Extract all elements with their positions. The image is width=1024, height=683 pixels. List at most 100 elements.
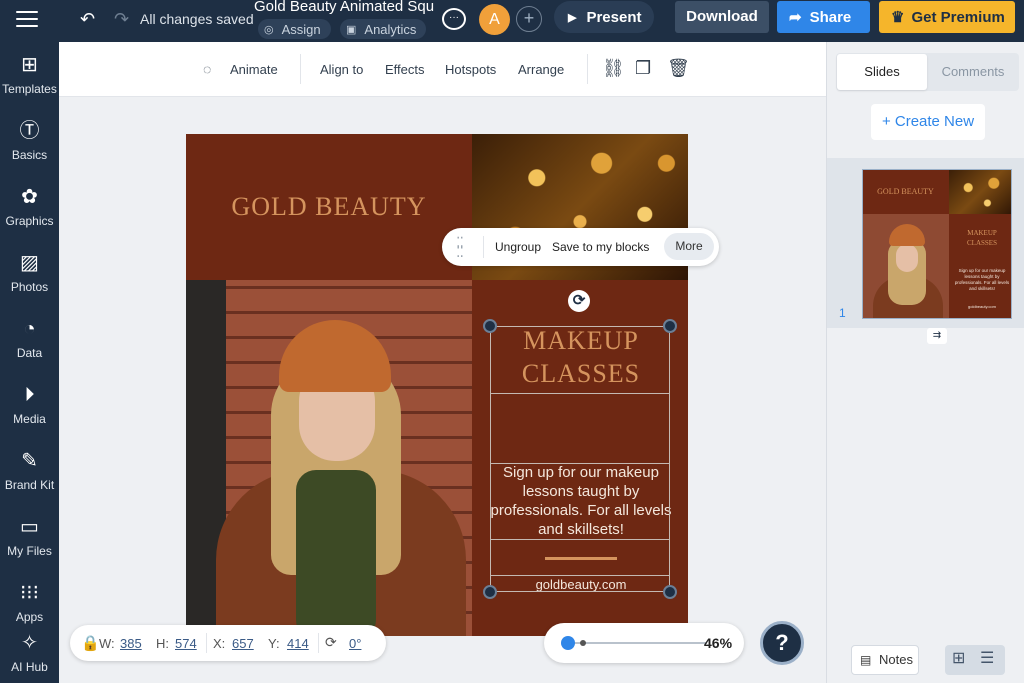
selection-guide <box>490 575 670 576</box>
save-status: All changes saved <box>140 11 254 27</box>
animate-button[interactable]: Animate <box>230 62 278 77</box>
document-title[interactable]: Gold Beauty Animated Squ... <box>254 0 434 15</box>
sidebar-item-brand-kit[interactable]: ✎ Brand Kit <box>0 448 59 492</box>
toolbar: ◌ Animate Align to Effects Hotspots Arra… <box>59 42 826 97</box>
tab-comments[interactable]: Comments <box>928 54 1018 90</box>
slide-thumbnail[interactable]: GOLD BEAUTY MAKEUP CLASSES Sign up for o… <box>862 169 1012 319</box>
model-photo[interactable] <box>186 280 472 636</box>
selection-box <box>490 326 670 592</box>
user-circle-icon: ◎ <box>264 23 274 36</box>
crown-icon: ♛ <box>891 9 905 26</box>
resize-handle[interactable] <box>663 319 677 333</box>
brand-kit-icon: ✎ <box>21 450 38 472</box>
hotspots-button[interactable]: Hotspots <box>445 62 496 77</box>
save-to-blocks-button[interactable]: Save to my blocks <box>552 240 649 254</box>
sidebar-item-templates[interactable]: ⊞ Templates <box>0 52 59 96</box>
add-collaborator-icon[interactable]: + <box>516 6 542 32</box>
width-field[interactable]: 385 <box>120 636 142 651</box>
sidebar-item-my-files[interactable]: ▭ My Files <box>0 514 59 558</box>
sidebar-item-graphics[interactable]: ✿ Graphics <box>0 184 59 228</box>
templates-icon: ⊞ <box>21 54 38 76</box>
right-panel: Slides Comments + Create New 1 GOLD BEAU… <box>826 42 1024 683</box>
notes-icon: ▤ <box>860 653 872 667</box>
present-button[interactable]: ▶ Present <box>554 1 654 33</box>
sidebar-item-label: Data <box>16 346 43 360</box>
share-button[interactable]: ➦ Share <box>777 1 870 33</box>
sidebar-item-label: Brand Kit <box>4 478 55 492</box>
link-icon[interactable]: ⛓ <box>602 58 625 79</box>
canvas-area: GOLD BEAUTY MAKEUP CLASSES Sign up for o… <box>59 97 826 683</box>
y-field[interactable]: 414 <box>287 636 309 651</box>
list-view-icon[interactable]: ☰ <box>980 648 994 668</box>
sidebar-item-label: Templates <box>2 82 57 96</box>
notes-label: Notes <box>879 652 913 667</box>
present-label: Present <box>586 8 642 26</box>
selection-guide <box>490 463 670 464</box>
notes-button[interactable]: ▤ Notes <box>851 645 919 675</box>
resize-handle[interactable] <box>483 585 497 599</box>
ungroup-button[interactable]: Ungroup <box>495 240 541 254</box>
assign-label: Assign <box>281 21 321 37</box>
grid-view-icon[interactable]: ⊞ <box>952 648 965 668</box>
tab-slides[interactable]: Slides <box>837 54 927 90</box>
ai-hub-icon: ✧ <box>21 632 38 654</box>
analytics-icon: ▣ <box>346 23 357 36</box>
view-toggle: ⊞ ☰ <box>945 645 1005 675</box>
drag-handle-icon[interactable]: ⁚⁚ ⁚⁚ <box>456 235 466 259</box>
avatar[interactable]: A <box>479 4 510 35</box>
duplicate-icon[interactable]: ❐ <box>635 58 651 79</box>
assign-button[interactable]: ◎ Assign <box>258 19 331 39</box>
resize-handle[interactable] <box>483 319 497 333</box>
sidebar-item-apps[interactable]: ⁝⁝⁝ Apps <box>0 580 59 624</box>
sidebar-item-ai-hub[interactable]: ✧ AI Hub <box>0 630 59 683</box>
sidebar-item-label: Basics <box>11 148 48 162</box>
panel-tabs: Slides Comments <box>836 53 1019 91</box>
comment-icon[interactable]: ··· <box>442 8 466 30</box>
x-field[interactable]: 657 <box>232 636 254 651</box>
undo-icon[interactable]: ↶ <box>80 9 95 30</box>
my-files-icon: ▭ <box>20 516 39 538</box>
sidebar-item-media[interactable]: ⏵ Media <box>0 382 59 426</box>
selection-guide <box>490 539 670 540</box>
download-button[interactable]: Download <box>675 1 769 33</box>
thumb-website: goldbeauty.com <box>968 304 996 309</box>
thumb-body: Sign up for our makeup lessons taught by… <box>954 268 1010 291</box>
effects-button[interactable]: Effects <box>385 62 425 77</box>
rotation-icon: ⟳ <box>325 634 337 650</box>
slide-transition-icon[interactable]: ⇉ <box>927 328 947 344</box>
rotation-field[interactable]: 0° <box>349 636 361 651</box>
height-field[interactable]: 574 <box>175 636 197 651</box>
basics-icon: Ⓣ <box>19 120 40 142</box>
zoom-slider-track[interactable] <box>567 642 707 644</box>
get-premium-button[interactable]: ♛ Get Premium <box>879 1 1015 33</box>
resize-handle[interactable] <box>663 585 677 599</box>
redo-icon[interactable]: ↷ <box>114 9 129 30</box>
hamburger-menu-icon[interactable] <box>16 11 38 29</box>
share-arrow-icon: ➦ <box>789 9 802 26</box>
width-label: W: <box>99 636 115 651</box>
sidebar-item-photos[interactable]: ▨ Photos <box>0 250 59 294</box>
align-to-button[interactable]: Align to <box>320 62 363 77</box>
lock-icon[interactable]: 🔒 <box>81 634 100 652</box>
thumb-title: GOLD BEAUTY <box>877 187 934 196</box>
zoom-slider-handle[interactable] <box>561 636 575 650</box>
trash-icon[interactable]: 🗑 <box>667 58 690 79</box>
rotate-icon[interactable]: ⟳ <box>568 290 590 312</box>
create-new-button[interactable]: + Create New <box>871 104 985 140</box>
y-label: Y: <box>268 636 280 651</box>
sidebar-item-data[interactable]: ◔ Data <box>0 316 59 360</box>
toolbar-divider <box>300 54 301 84</box>
slide-title[interactable]: GOLD BEAUTY <box>186 192 472 222</box>
selection-guide <box>490 393 670 394</box>
sidebar-item-label: My Files <box>7 544 52 558</box>
help-button[interactable]: ? <box>760 621 804 665</box>
zoom-level[interactable]: 46% <box>704 635 732 651</box>
slide-number: 1 <box>839 306 846 320</box>
thumb-heading: MAKEUP CLASSES <box>967 229 997 247</box>
graphics-icon: ✿ <box>21 186 38 208</box>
arrange-button[interactable]: Arrange <box>518 62 564 77</box>
analytics-button[interactable]: ▣ Analytics <box>340 19 427 39</box>
sidebar-item-basics[interactable]: Ⓣ Basics <box>0 118 59 162</box>
apps-icon: ⁝⁝⁝ <box>19 582 40 604</box>
more-button[interactable]: More <box>664 233 714 260</box>
